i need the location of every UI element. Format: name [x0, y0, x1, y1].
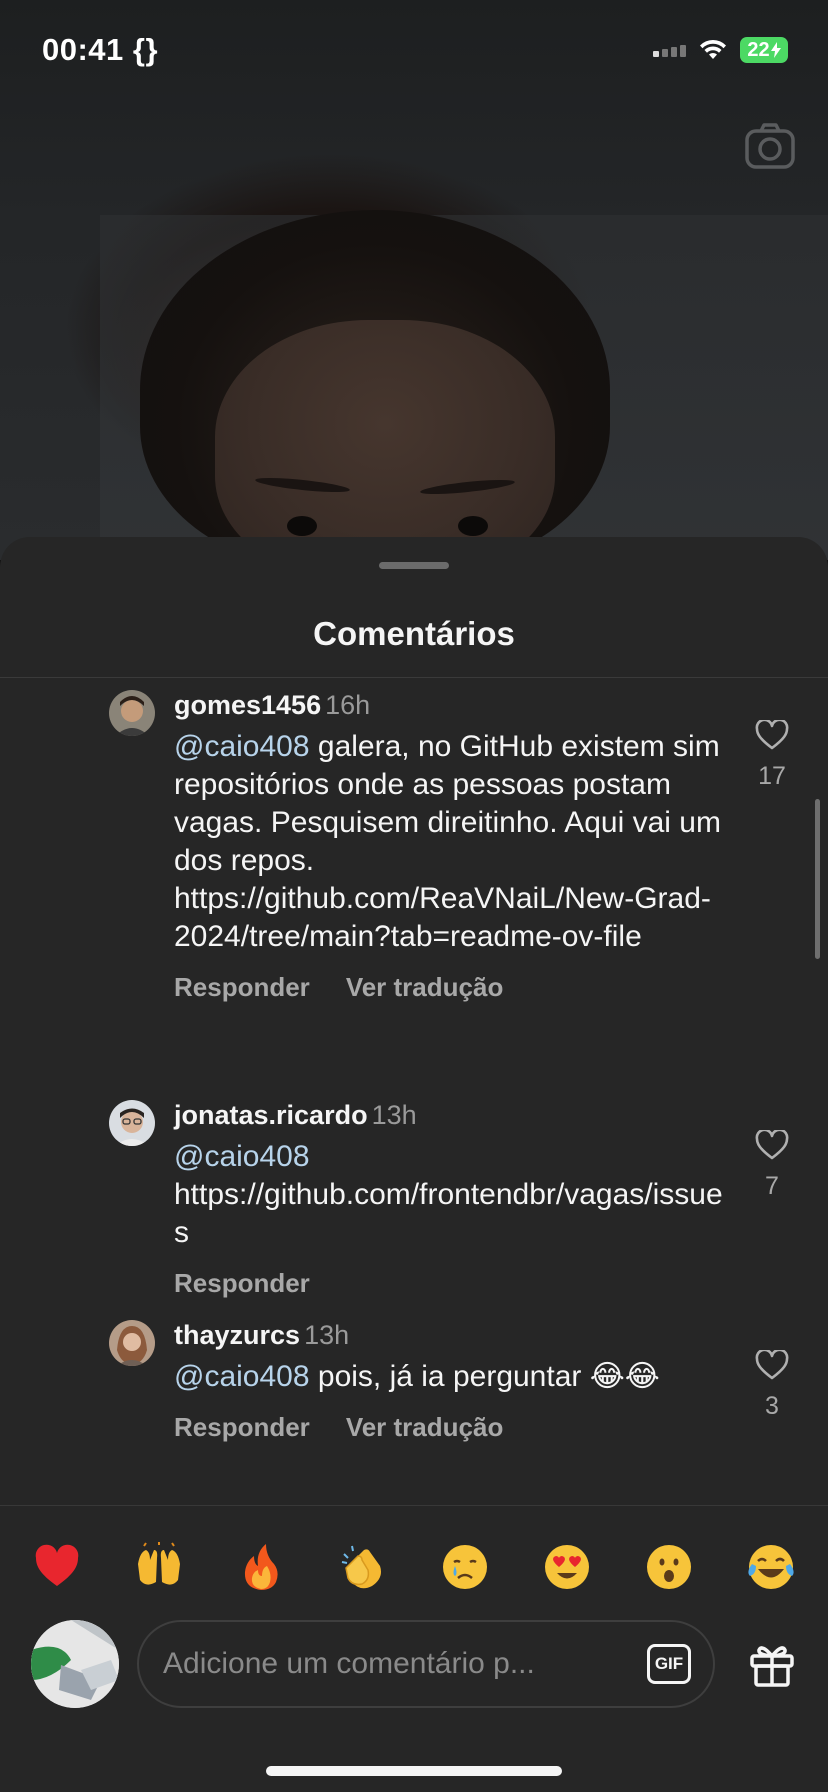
gif-button[interactable]: GIF — [647, 1644, 691, 1684]
mention-link[interactable]: @caio408 — [174, 730, 310, 763]
comment-body: thayzurcs 13h @caio408 pois, já ia pergun… — [174, 1318, 734, 1443]
emoji-reaction-bar — [0, 1527, 828, 1607]
heart-icon[interactable] — [755, 1350, 789, 1380]
comment-actions: Responder — [174, 1268, 734, 1299]
reply-button[interactable]: Responder — [174, 1268, 310, 1299]
like-count: 7 — [765, 1172, 779, 1200]
translate-button[interactable]: Ver tradução — [346, 972, 504, 1003]
clapping-hands-emoji-icon[interactable] — [338, 1542, 388, 1592]
raising-hands-emoji-icon[interactable] — [134, 1542, 184, 1592]
comment-input[interactable] — [163, 1647, 635, 1681]
comment-body: gomes1456 16h @caio408 galera, no GitHub … — [174, 688, 734, 1003]
tears-of-joy-emoji-icon[interactable] — [746, 1542, 796, 1592]
comments-sheet: Comentários gomes1456 16h @caio408 galera… — [0, 537, 828, 1792]
charging-bolt-icon — [770, 42, 781, 58]
mention-link[interactable]: @caio408 — [174, 1360, 310, 1393]
comment-body: jonatas.ricardo 13h @caio408 https://gith… — [174, 1098, 734, 1299]
like-group: 17 — [750, 720, 794, 791]
sheet-grabber[interactable] — [379, 562, 449, 569]
reply-button[interactable]: Responder — [174, 972, 310, 1003]
like-group: 7 — [750, 1130, 794, 1201]
comment-username[interactable]: jonatas.ricardo — [174, 1100, 368, 1130]
heart-icon[interactable] — [755, 720, 789, 750]
heart-eyes-emoji-icon[interactable] — [542, 1542, 592, 1592]
like-count: 3 — [765, 1392, 779, 1420]
comment-actions: Responder Ver tradução — [174, 1412, 734, 1443]
avatar[interactable] — [109, 1100, 155, 1146]
comment-actions: Responder Ver tradução — [174, 972, 734, 1003]
fire-emoji-icon[interactable] — [236, 1542, 286, 1592]
comment-header: jonatas.ricardo 13h — [174, 1098, 734, 1132]
status-indicators: 22 — [653, 37, 788, 63]
comment-composer: GIF — [0, 1618, 828, 1718]
gift-icon[interactable] — [748, 1640, 796, 1688]
current-user-avatar[interactable] — [31, 1620, 119, 1708]
translate-button[interactable]: Ver tradução — [346, 1412, 504, 1443]
screen: 00:41 {} 22 Comentários gomes1456 16h @c… — [0, 0, 828, 1792]
like-group: 3 — [750, 1350, 794, 1421]
comment-text: @caio408 pois, já ia perguntar 😂😂 — [174, 1358, 734, 1396]
comment-time: 16h — [325, 690, 371, 720]
crying-face-emoji-icon[interactable] — [440, 1542, 490, 1592]
status-bar: 00:41 {} 22 — [0, 0, 828, 100]
composer-divider — [0, 1505, 828, 1506]
avatar[interactable] — [109, 1320, 155, 1366]
comment-username[interactable]: thayzurcs — [174, 1320, 300, 1350]
comment-header: gomes1456 16h — [174, 688, 734, 722]
like-count: 17 — [758, 762, 786, 790]
battery-icon: 22 — [740, 37, 788, 63]
battery-level: 22 — [747, 38, 770, 61]
wifi-icon — [700, 39, 726, 59]
scroll-indicator[interactable] — [815, 799, 820, 959]
home-indicator[interactable] — [266, 1766, 562, 1776]
surprised-face-emoji-icon[interactable] — [644, 1542, 694, 1592]
comment-time: 13h — [371, 1100, 417, 1130]
comment-text-content: https://github.com/frontendbr/vagas/issu… — [174, 1178, 723, 1249]
title-divider — [0, 677, 828, 678]
comment-text: @caio408 https://github.com/frontendbr/v… — [174, 1138, 734, 1252]
reply-button[interactable]: Responder — [174, 1412, 310, 1443]
comment-header: thayzurcs 13h — [174, 1318, 734, 1352]
comment-input-wrapper: GIF — [137, 1620, 715, 1708]
camera-icon[interactable] — [744, 120, 796, 172]
heart-emoji-icon[interactable] — [32, 1542, 82, 1592]
right-eye — [458, 516, 488, 536]
left-eye — [287, 516, 317, 536]
comment-text-content: pois, já ia perguntar 😂😂 — [309, 1360, 660, 1393]
heart-icon[interactable] — [755, 1130, 789, 1160]
mention-link[interactable]: @caio408 — [174, 1140, 310, 1173]
comment-username[interactable]: gomes1456 — [174, 690, 321, 720]
cellular-signal-icon — [653, 43, 686, 57]
comment-text: @caio408 galera, no GitHub existem sim r… — [174, 728, 734, 956]
avatar[interactable] — [109, 690, 155, 736]
comment-text-content: galera, no GitHub existem sim repositóri… — [174, 730, 721, 953]
sheet-title: Comentários — [313, 615, 515, 652]
comment-time: 13h — [304, 1320, 350, 1350]
status-time: 00:41 {} — [42, 32, 159, 67]
